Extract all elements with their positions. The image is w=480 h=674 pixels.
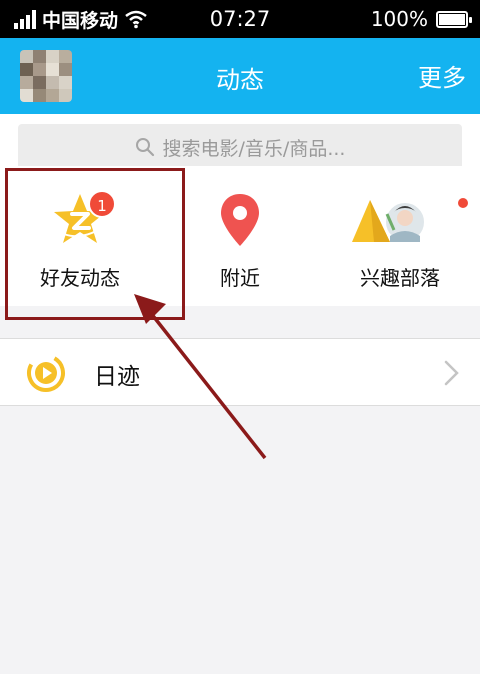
chevron-right-icon (444, 360, 459, 386)
search-input[interactable]: 搜索电影/音乐/商品... (18, 124, 462, 170)
battery-icon (436, 10, 472, 28)
page-title: 动态 (216, 66, 264, 94)
shortcut-label: 好友动态 (40, 266, 120, 290)
shortcut-label: 附近 (220, 266, 260, 290)
location-pin-icon (221, 194, 259, 246)
status-bar: 中国移动 07:27 100% (0, 0, 480, 38)
battery-percent: 100% (370, 7, 428, 31)
search-icon (135, 138, 154, 157)
shortcut-nearby[interactable]: 附近 (160, 166, 320, 306)
more-button[interactable]: 更多 (418, 58, 466, 93)
status-right: 100% (370, 0, 472, 38)
battery-fill (439, 13, 465, 25)
shortcut-interest-tribe[interactable]: 兴趣部落 (320, 166, 480, 306)
play-circle-icon (27, 354, 65, 392)
shortcut-grid: 1 好友动态 附近 兴趣部落 (0, 166, 480, 306)
app-header: 动态 更多 (0, 38, 480, 114)
notification-badge: 1 (88, 190, 116, 218)
list-item-daily-trace[interactable]: 日迹 (0, 338, 480, 406)
tribe-tent-icon (352, 200, 426, 243)
unread-dot (456, 196, 470, 210)
search-placeholder: 搜索电影/音乐/商品... (162, 137, 346, 160)
shortcut-friend-feed[interactable]: 1 好友动态 (0, 166, 160, 306)
shortcut-label: 兴趣部落 (360, 266, 440, 290)
list-item-label: 日迹 (94, 364, 140, 390)
